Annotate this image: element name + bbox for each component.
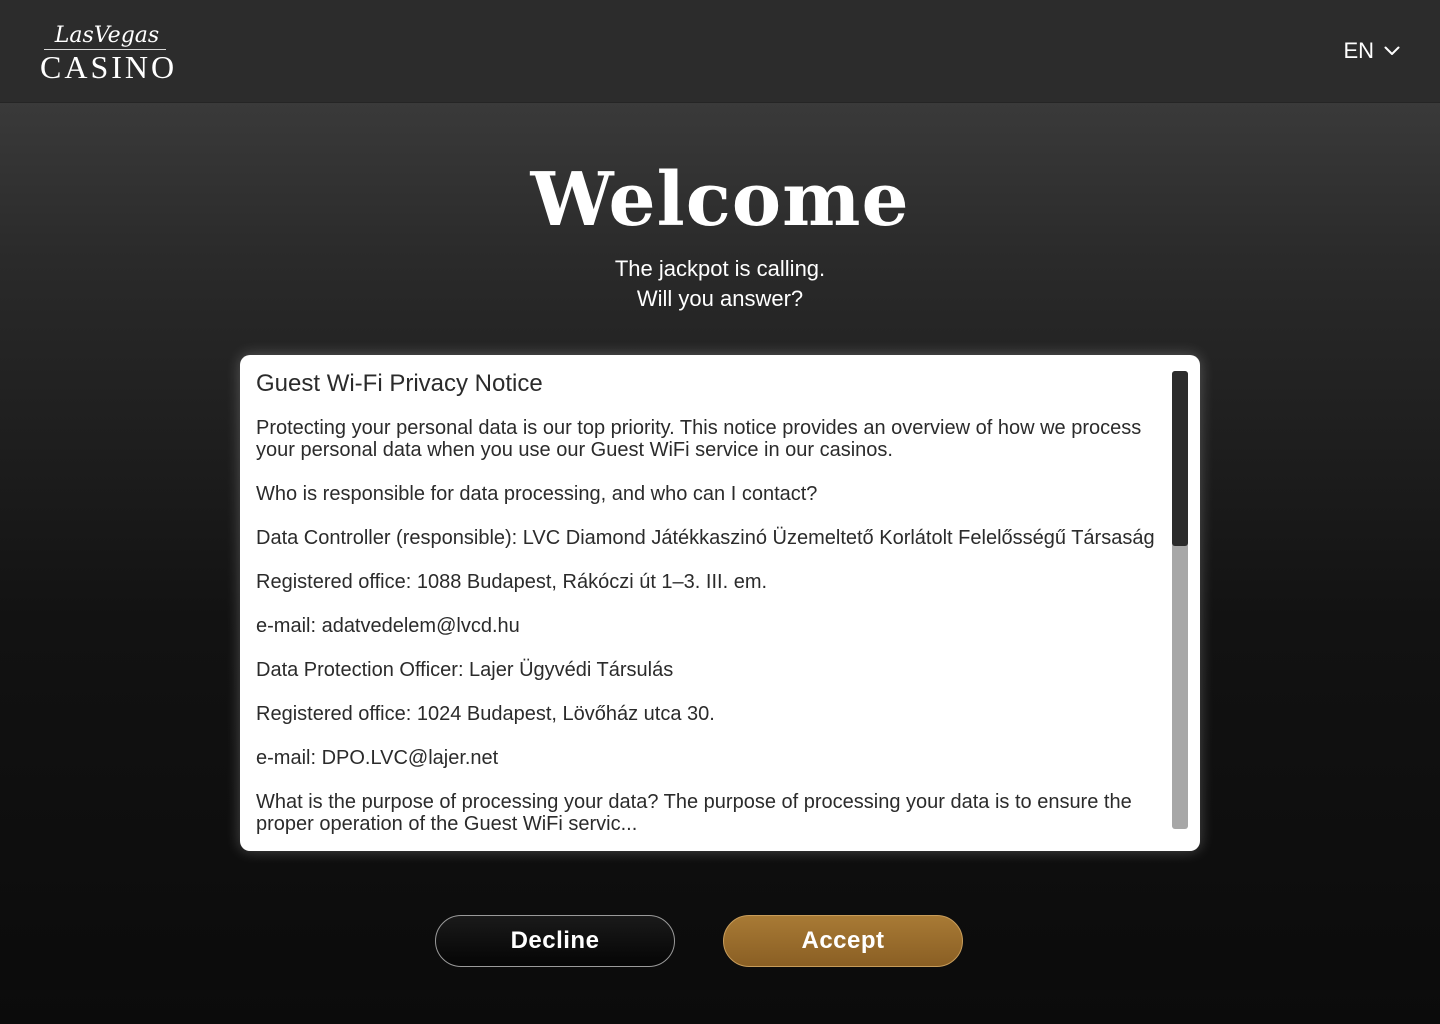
language-label: EN (1343, 38, 1374, 63)
subtitle-line-2: Will you answer? (636, 286, 804, 311)
notice-paragraph: Registered office: 1024 Budapest, Lövőhá… (256, 703, 715, 725)
top-header: LasVegas CASINO EN (0, 0, 1440, 102)
las-vegas-casino-logo[interactable]: LasVegas CASINO (40, 22, 178, 85)
privacy-notice-content: Guest Wi-Fi Privacy Notice Protecting yo… (256, 367, 1156, 851)
notice-paragraph: Protecting your personal data is our top… (256, 417, 1142, 461)
notice-paragraph: What is the purpose of processing your d… (256, 791, 1132, 835)
welcome-subtitle: The jackpot is calling. Will you answer? (0, 254, 1440, 314)
logo-script-text: LasVegas (54, 23, 160, 48)
notice-paragraph: Who is responsible for data processing, … (256, 483, 818, 505)
logo-main-text: CASINO (40, 49, 178, 85)
privacy-notice-panel[interactable]: Guest Wi-Fi Privacy Notice Protecting yo… (240, 355, 1200, 851)
decline-button[interactable]: Decline (435, 915, 675, 967)
notice-scrollbar[interactable] (1172, 371, 1188, 829)
notice-paragraph: Data Controller (responsible): LVC Diamo… (256, 527, 1155, 549)
notice-paragraph: e-mail: adatvedelem@lvcd.hu (256, 615, 520, 637)
accept-button[interactable]: Accept (723, 915, 963, 967)
welcome-title: Welcome (530, 157, 910, 243)
notice-paragraph: Data Protection Officer: Lajer Ügyvédi T… (256, 659, 674, 681)
subtitle-line-1: The jackpot is calling. (614, 256, 826, 281)
chevron-down-icon (1384, 46, 1400, 56)
notice-paragraph: e-mail: DPO.LVC@lajer.net (256, 747, 499, 769)
language-selector[interactable]: EN (1343, 36, 1400, 66)
privacy-notice-title: Guest Wi-Fi Privacy Notice (256, 370, 543, 397)
notice-scrollbar-thumb[interactable] (1172, 371, 1188, 546)
notice-paragraph: Registered office: 1088 Budapest, Rákócz… (256, 571, 768, 593)
